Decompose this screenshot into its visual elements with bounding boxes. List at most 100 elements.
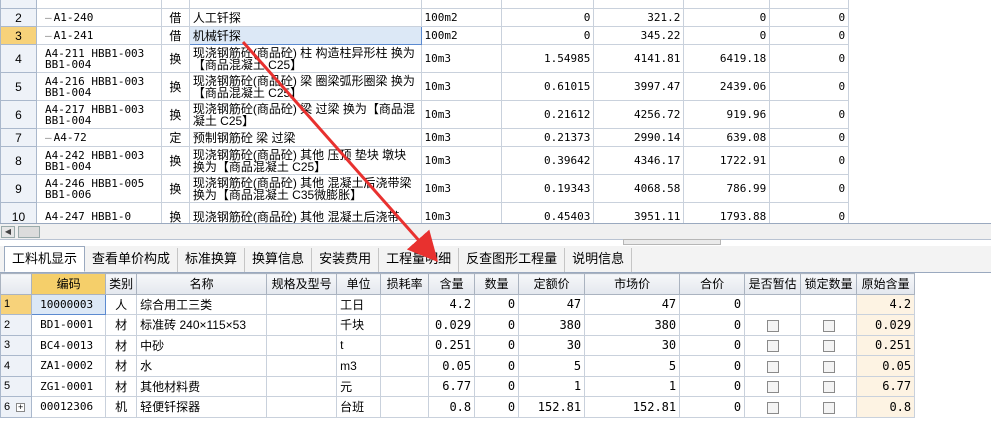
resource-quota-price[interactable]: 47	[518, 293, 586, 315]
lock-checkbox[interactable]	[822, 340, 835, 353]
lock-checkbox[interactable]	[822, 319, 835, 332]
resource-estimate-flag[interactable]	[744, 355, 802, 377]
column-header[interactable]: 是否暂估	[744, 273, 802, 295]
column-header[interactable]	[0, 273, 33, 295]
quota-type[interactable]: 定	[160, 128, 190, 147]
resource-loss-rate[interactable]	[380, 334, 430, 356]
column-header[interactable]: 数量	[474, 273, 520, 295]
lock-checkbox[interactable]	[822, 381, 835, 394]
row-number[interactable]: 6	[0, 100, 37, 129]
row-number[interactable]: 5	[0, 72, 37, 101]
quota-total[interactable]: 6419.18	[683, 44, 771, 73]
column-header[interactable]: 损耗率	[380, 273, 430, 295]
resource-total[interactable]: 0	[679, 375, 746, 397]
quota-code[interactable]: — A1-240	[35, 8, 162, 27]
quota-row[interactable]: 3 — A1-241 借机械钎探 100m2 0 345.22 0 0	[0, 26, 991, 45]
quota-unit-price[interactable]: 345.22	[593, 26, 685, 45]
quota-unit[interactable]: 10m3	[420, 100, 503, 129]
quota-unit-price[interactable]: 3997.47	[593, 72, 685, 101]
resource-market-price[interactable]: 152.81	[584, 396, 681, 418]
row-number[interactable]: 3	[0, 26, 37, 45]
resource-original-content[interactable]: 0.8	[856, 396, 916, 418]
column-header[interactable]: 名称	[136, 273, 268, 295]
resource-spec[interactable]	[266, 293, 338, 315]
resource-unit[interactable]: 元	[336, 375, 382, 397]
quota-row[interactable]: 7 — A4-72 定预制钢筋砼 梁 过梁 10m3 0.21373 2990.14 639.…	[0, 128, 991, 147]
quota-unit-price[interactable]: 2990.14	[593, 128, 685, 147]
resource-quota-price[interactable]: 380	[518, 314, 586, 336]
quota-name[interactable]: 现浇钢筋砼(商品砼) 梁 圈梁弧形圈梁 换为【商品混凝土 C25】	[188, 72, 422, 101]
resource-content[interactable]: 0.05	[428, 355, 476, 377]
resource-content[interactable]: 0.029	[428, 314, 476, 336]
quota-code[interactable]: A4-247 HBB1-0	[35, 202, 162, 223]
quota-extra[interactable]: 0	[769, 26, 850, 45]
quota-quantity[interactable]: 0	[501, 26, 595, 45]
quota-unit[interactable]: 10m3	[420, 44, 503, 73]
resource-market-price[interactable]: 380	[584, 314, 681, 336]
quota-unit-price[interactable]: 321.2	[593, 8, 685, 27]
row-number[interactable]: 7	[0, 128, 37, 147]
resource-quota-price[interactable]: 1	[518, 375, 586, 397]
column-header[interactable]: 定额价	[518, 273, 586, 295]
quota-unit[interactable]: 100m2	[420, 8, 503, 27]
quota-name[interactable]: 预制钢筋砼 梁 过梁	[188, 128, 422, 147]
quota-type[interactable]: 换	[160, 146, 190, 175]
row-number[interactable]	[0, 0, 37, 9]
resource-original-content[interactable]: 0.05	[856, 355, 916, 377]
resource-quantity[interactable]: 0	[474, 396, 520, 418]
resource-spec[interactable]	[266, 314, 338, 336]
quota-unit[interactable]: 10m3	[420, 202, 503, 223]
resource-unit[interactable]: t	[336, 334, 382, 356]
resource-market-price[interactable]: 30	[584, 334, 681, 356]
quota-row[interactable]: 2 — A1-240 借人工钎探 100m2 0 321.2 0 0	[0, 8, 991, 27]
tab-4[interactable]: 安装费用	[312, 248, 380, 272]
resource-spec[interactable]	[266, 334, 338, 356]
resource-quota-price[interactable]: 152.81	[518, 396, 586, 418]
resource-content[interactable]: 0.251	[428, 334, 476, 356]
resource-lock-flag[interactable]	[800, 334, 858, 356]
row-number[interactable]: 2	[0, 8, 37, 27]
quota-total[interactable]: 786.99	[683, 174, 771, 203]
quota-unit[interactable]: 10m3	[420, 128, 503, 147]
resource-category[interactable]: 材	[105, 334, 138, 356]
tab-5[interactable]: 工程量明细	[379, 248, 460, 272]
resource-category[interactable]: 材	[105, 355, 138, 377]
resource-estimate-flag[interactable]	[744, 375, 802, 397]
resource-quantity[interactable]: 0	[474, 314, 520, 336]
quota-row[interactable]: 8 A4-242 HBB1-003 BB1-004 换现浇钢筋砼(商品砼) 其他 压…	[0, 146, 991, 175]
resource-spec[interactable]	[266, 375, 338, 397]
resource-category[interactable]: 材	[105, 375, 138, 397]
quota-unit[interactable]: 10m3	[420, 72, 503, 101]
quota-unit-price[interactable]: 4068.58	[593, 174, 685, 203]
column-header[interactable]: 市场价	[584, 273, 681, 295]
resource-quantity[interactable]: 0	[474, 293, 520, 315]
resource-unit[interactable]: 工日	[336, 293, 382, 315]
resource-total[interactable]: 0	[679, 334, 746, 356]
resource-lock-flag[interactable]	[800, 355, 858, 377]
quota-total[interactable]: 1793.88	[683, 202, 771, 223]
resource-unit[interactable]: m3	[336, 355, 382, 377]
resource-category[interactable]: 人	[105, 293, 138, 315]
resource-market-price[interactable]: 5	[584, 355, 681, 377]
resource-estimate-flag[interactable]	[744, 314, 802, 336]
quota-extra[interactable]: 0	[769, 128, 850, 147]
tab-0[interactable]: 工料机显示	[4, 246, 86, 272]
resource-content[interactable]: 6.77	[428, 375, 476, 397]
resource-market-price[interactable]: 47	[584, 293, 681, 315]
column-header[interactable]: 锁定数量	[800, 273, 858, 295]
resource-unit[interactable]: 千块	[336, 314, 382, 336]
quota-row[interactable]: 10 A4-247 HBB1-0 换现浇钢筋砼(商品砼) 其他 混凝土后浇带 10m3…	[0, 202, 991, 223]
quota-total[interactable]: 2439.06	[683, 72, 771, 101]
quota-row[interactable]: 6 A4-217 HBB1-003 BB1-004 换现浇钢筋砼(商品砼) 梁 过梁…	[0, 100, 991, 129]
quota-row[interactable]	[0, 0, 991, 9]
quota-code[interactable]: A4-217 HBB1-003 BB1-004	[35, 100, 162, 129]
column-header[interactable]: 单位	[336, 273, 382, 295]
quota-extra[interactable]: 0	[769, 100, 850, 129]
tab-1[interactable]: 查看单价构成	[85, 248, 179, 272]
column-header[interactable]: 规格及型号	[266, 273, 338, 295]
resource-loss-rate[interactable]	[380, 355, 430, 377]
quota-unit[interactable]	[420, 0, 503, 9]
quota-code[interactable]: A4-242 HBB1-003 BB1-004	[35, 146, 162, 175]
resource-code[interactable]: ZA1-0002	[31, 355, 107, 377]
quota-total[interactable]: 1722.91	[683, 146, 771, 175]
